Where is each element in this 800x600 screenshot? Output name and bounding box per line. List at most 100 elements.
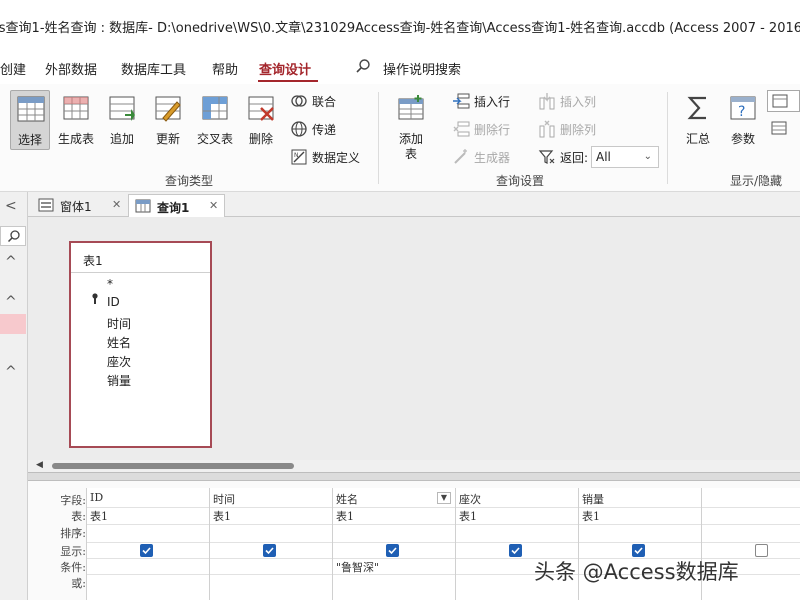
scroll-left-arrow-icon[interactable]: ◀: [36, 460, 43, 470]
grid-field-cell[interactable]: 销量: [582, 491, 604, 507]
field-dropdown-button[interactable]: ▼: [437, 492, 451, 504]
key-icon: [92, 293, 98, 304]
tab-database-tools[interactable]: 数据库工具: [121, 59, 186, 78]
parameters-button[interactable]: ? 参数: [721, 90, 765, 150]
row-label-or: 或:: [71, 577, 86, 590]
tab-query-design[interactable]: 查询设计: [259, 59, 311, 78]
append-icon: [109, 96, 135, 121]
field-time[interactable]: 时间: [107, 315, 131, 332]
field-all[interactable]: *: [107, 277, 113, 291]
field-seat[interactable]: 座次: [107, 353, 131, 370]
make-table-button[interactable]: 生成表: [54, 90, 98, 150]
query-design-canvas[interactable]: 表1 * ID 时间 姓名 座次 销量: [28, 217, 800, 462]
add-table-label: 添加表: [398, 132, 423, 161]
checkmark-icon: [511, 547, 520, 555]
table-names-icon: [772, 94, 788, 108]
grid-table-cell[interactable]: 表1: [213, 508, 231, 524]
search-icon: [356, 59, 370, 73]
grid-field-cell[interactable]: 座次: [459, 491, 481, 507]
tell-me-search[interactable]: 操作说明搜索: [383, 59, 461, 78]
grid-table-cell[interactable]: 表1: [90, 508, 108, 524]
show-checkbox[interactable]: [386, 544, 399, 557]
field-id[interactable]: ID: [107, 295, 120, 309]
tab-create[interactable]: 创建: [0, 59, 26, 78]
close-icon[interactable]: ✕: [209, 199, 218, 212]
insert-column-icon: [539, 93, 555, 110]
chevron-up-icon[interactable]: ^: [5, 364, 17, 380]
return-top-values-select[interactable]: All ⌄: [591, 146, 659, 168]
grid-line: [333, 524, 456, 525]
show-checkbox[interactable]: [509, 544, 522, 557]
grid-line: [87, 542, 210, 543]
show-checkbox[interactable]: [263, 544, 276, 557]
delete-row-label: 删除行: [474, 123, 511, 137]
pane-splitter[interactable]: [28, 472, 800, 481]
grid-line: [702, 524, 800, 525]
horizontal-scrollbar[interactable]: ◀: [28, 460, 800, 472]
grid-table-cell[interactable]: 表1: [582, 508, 600, 524]
make-table-icon: [63, 96, 89, 120]
row-label-table: 表:: [71, 510, 86, 523]
add-table-icon: [398, 95, 424, 120]
close-icon[interactable]: ✕: [112, 198, 121, 211]
grid-criteria-cell[interactable]: "鲁智深": [336, 559, 379, 575]
checkmark-icon: [142, 547, 151, 555]
grid-line: [702, 507, 800, 508]
insert-column-label: 插入列: [560, 95, 597, 109]
return-icon: [538, 150, 555, 164]
grid-column-name[interactable]: 姓名 ▼ 表1 "鲁智深": [332, 488, 456, 600]
grid-field-cell[interactable]: ID: [90, 491, 103, 504]
tab-form1-label: 窗体1: [60, 200, 92, 214]
show-checkbox[interactable]: [140, 544, 153, 557]
chevron-down-icon: ▼: [440, 493, 448, 502]
chevron-up-icon[interactable]: ^: [5, 254, 17, 270]
delete-query-button[interactable]: 删除: [239, 90, 283, 150]
pass-through-label: 传递: [312, 123, 337, 137]
tab-form1[interactable]: 窗体1 ✕: [32, 194, 124, 217]
table-field-list[interactable]: 表1 * ID 时间 姓名 座次 销量: [69, 241, 212, 448]
form-icon: [38, 198, 54, 212]
return-label: 返回:: [560, 151, 589, 165]
delete-query-label: 删除: [248, 132, 273, 146]
field-list-header[interactable]: 表1: [71, 243, 210, 273]
field-sales[interactable]: 销量: [107, 372, 131, 389]
update-button[interactable]: 更新: [146, 90, 190, 150]
query-setup-group-label: 查询设置: [496, 174, 545, 188]
show-checkbox[interactable]: [755, 544, 768, 557]
table-names-button[interactable]: [767, 90, 800, 112]
parameters-icon: ?: [730, 96, 756, 120]
property-sheet-button[interactable]: [767, 118, 800, 140]
chevron-up-icon[interactable]: ^: [5, 294, 17, 310]
grid-field-cell[interactable]: 时间: [213, 491, 235, 507]
grid-field-cell[interactable]: 姓名: [336, 491, 358, 507]
data-definition-icon: N: [291, 149, 307, 165]
append-button[interactable]: 追加: [100, 90, 144, 150]
tab-external-data[interactable]: 外部数据: [45, 59, 97, 78]
grid-column-id[interactable]: ID 表1: [86, 488, 210, 600]
nav-selected-item[interactable]: [0, 314, 26, 334]
group-separator: [378, 92, 379, 184]
row-label-field: 字段:: [60, 494, 86, 507]
grid-line: [210, 558, 333, 559]
grid-column-time[interactable]: 时间 表1: [209, 488, 333, 600]
add-table-button[interactable]: 添加表: [390, 90, 432, 161]
tab-query1[interactable]: 查询1 ✕: [128, 194, 225, 217]
parameters-label: 参数: [730, 132, 755, 146]
grid-line: [579, 542, 702, 543]
property-sheet-icon: [771, 121, 787, 135]
crosstab-button[interactable]: 交叉表: [193, 90, 237, 150]
chevron-left-icon[interactable]: <: [5, 198, 17, 214]
nav-search-box[interactable]: [0, 226, 26, 246]
scrollbar-thumb[interactable]: [52, 463, 294, 469]
totals-button[interactable]: 汇总: [676, 90, 720, 150]
grid-line: [87, 524, 210, 525]
grid-line: [456, 524, 579, 525]
tab-help[interactable]: 帮助: [212, 59, 238, 78]
title-bar: ss查询1-姓名查询 : 数据库- D:\onedrive\WS\0.文章\23…: [0, 0, 800, 52]
grid-table-cell[interactable]: 表1: [336, 508, 354, 524]
grid-table-cell[interactable]: 表1: [459, 508, 477, 524]
checkmark-icon: [265, 547, 274, 555]
select-query-button[interactable]: 选择: [10, 90, 50, 150]
field-name[interactable]: 姓名: [107, 334, 131, 351]
grid-line: [456, 542, 579, 543]
